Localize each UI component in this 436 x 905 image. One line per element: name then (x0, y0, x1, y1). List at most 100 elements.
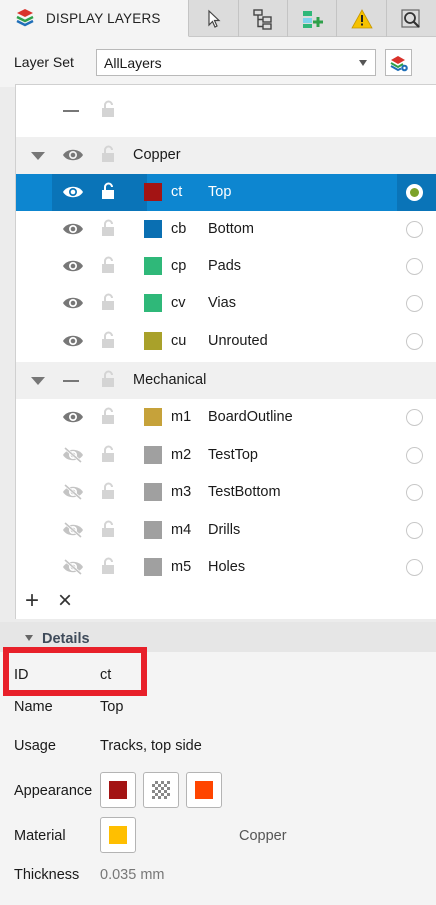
layer-color-swatch[interactable] (144, 483, 162, 501)
eye-icon[interactable] (62, 332, 84, 350)
active-layer-radio[interactable] (406, 484, 423, 501)
layer-code: cp (171, 258, 187, 274)
layer-color-swatch[interactable] (144, 183, 162, 201)
layer-row-cv[interactable]: cv Vias (16, 285, 436, 322)
unlock-icon[interactable] (98, 556, 118, 576)
remove-layer-button[interactable]: × (53, 589, 77, 613)
eye-hidden-icon[interactable] (62, 521, 84, 539)
layer-row-m2[interactable]: m2 TestTop (16, 437, 436, 474)
eye-icon[interactable] (62, 146, 84, 164)
unlock-icon[interactable] (98, 218, 118, 238)
name-label: Name (14, 699, 53, 715)
eye-icon[interactable] (62, 220, 84, 238)
layer-code: m1 (171, 409, 192, 425)
active-layer-radio[interactable] (406, 522, 423, 539)
layer-color-swatch[interactable] (144, 408, 162, 426)
active-layer-radio[interactable] (406, 559, 423, 576)
add-layer-button[interactable]: + (20, 589, 44, 613)
unlock-icon[interactable] (98, 99, 118, 119)
appearance-highlight-button[interactable] (186, 772, 222, 808)
name-value[interactable]: Top (100, 699, 123, 715)
layer-name: Holes (208, 559, 246, 575)
tab-inspect[interactable] (387, 0, 436, 37)
eye-icon[interactable] (62, 183, 84, 201)
layer-name: Top (208, 184, 232, 200)
active-layer-radio[interactable] (406, 409, 423, 426)
group-name: Copper (133, 147, 181, 163)
tab-selection[interactable] (189, 0, 239, 37)
active-layer-radio[interactable] (406, 333, 423, 350)
unlock-icon[interactable] (98, 369, 118, 389)
layer-name: BoardOutline (208, 409, 293, 425)
active-layer-radio[interactable] (406, 447, 423, 464)
collapse-icon[interactable] (31, 377, 45, 385)
layer-row-m3[interactable]: m3 TestBottom (16, 474, 436, 511)
tab-hierarchy[interactable] (239, 0, 289, 37)
unlock-icon[interactable] (98, 481, 118, 501)
eye-hidden-icon[interactable] (62, 558, 84, 576)
layer-color-swatch[interactable] (144, 220, 162, 238)
appearance-pattern-button[interactable] (143, 772, 179, 808)
tab-add-component[interactable] (288, 0, 338, 37)
layer-set-label: Layer Set (14, 54, 74, 70)
group-row-mechanical[interactable]: Mechanical (16, 362, 436, 399)
usage-value[interactable]: Tracks, top side (100, 738, 202, 754)
layer-code: m4 (171, 522, 192, 538)
color-swatch (109, 826, 127, 844)
panel-tab-bar: DISPLAY LAYERS (0, 0, 436, 37)
layer-tree: Copper ct Top cb Bottom cp Pads cv Vias … (15, 84, 436, 619)
layer-set-settings-button[interactable] (385, 49, 412, 76)
layer-row-cp[interactable]: cp Pads (16, 248, 436, 285)
eye-icon[interactable] (62, 408, 84, 426)
eye-icon[interactable] (62, 294, 84, 312)
hierarchy-icon (253, 8, 272, 30)
layer-row-cb[interactable]: cb Bottom (16, 211, 436, 248)
chevron-down-icon (359, 60, 367, 66)
collapse-icon[interactable] (25, 635, 33, 641)
thickness-value: 0.035 mm (100, 867, 165, 883)
eye-hidden-icon[interactable] (62, 483, 84, 501)
pointer-icon (208, 9, 221, 28)
layer-row-ct[interactable]: ct Top (16, 174, 436, 211)
layer-row-m4[interactable]: m4 Drills (16, 512, 436, 549)
tab-display-layers[interactable]: DISPLAY LAYERS (0, 0, 190, 37)
material-color-button[interactable] (100, 817, 136, 853)
all-layers-row (16, 92, 436, 129)
layer-code: m2 (171, 447, 192, 463)
layer-color-swatch[interactable] (144, 558, 162, 576)
active-layer-radio[interactable] (406, 258, 423, 275)
layer-color-swatch[interactable] (144, 521, 162, 539)
layer-name: Vias (208, 295, 236, 311)
layer-code: cu (171, 333, 187, 349)
active-layer-radio[interactable] (406, 295, 423, 312)
layer-row-m5[interactable]: m5 Holes (16, 549, 436, 586)
layer-set-dropdown[interactable]: AllLayers (96, 49, 376, 76)
layer-color-swatch[interactable] (144, 332, 162, 350)
active-layer-radio[interactable] (406, 184, 423, 201)
layer-color-swatch[interactable] (144, 446, 162, 464)
unlock-icon[interactable] (98, 144, 118, 164)
eye-icon[interactable] (62, 257, 84, 275)
layer-color-swatch[interactable] (144, 294, 162, 312)
layer-color-swatch[interactable] (144, 257, 162, 275)
active-layer-radio[interactable] (406, 221, 423, 238)
layer-row-m1[interactable]: m1 BoardOutline (16, 399, 436, 436)
layer-row-cu[interactable]: cu Unrouted (16, 323, 436, 360)
tab-warnings[interactable] (337, 0, 387, 37)
appearance-color-button[interactable] (100, 772, 136, 808)
group-row-copper[interactable]: Copper (16, 137, 436, 174)
layers-settings-icon (390, 55, 408, 71)
unlock-icon[interactable] (98, 406, 118, 426)
unlock-icon[interactable] (98, 255, 118, 275)
collapse-icon[interactable] (31, 152, 45, 160)
unlock-icon[interactable] (98, 519, 118, 539)
unlock-icon[interactable] (98, 330, 118, 350)
material-name: Copper (239, 828, 287, 844)
unlock-icon[interactable] (98, 444, 118, 464)
unlock-icon[interactable] (98, 181, 118, 201)
eye-hidden-icon[interactable] (62, 446, 84, 464)
layer-code: m5 (171, 559, 192, 575)
visibility-mixed-icon[interactable] (63, 110, 79, 112)
visibility-mixed-icon[interactable] (63, 380, 79, 382)
unlock-icon[interactable] (98, 292, 118, 312)
